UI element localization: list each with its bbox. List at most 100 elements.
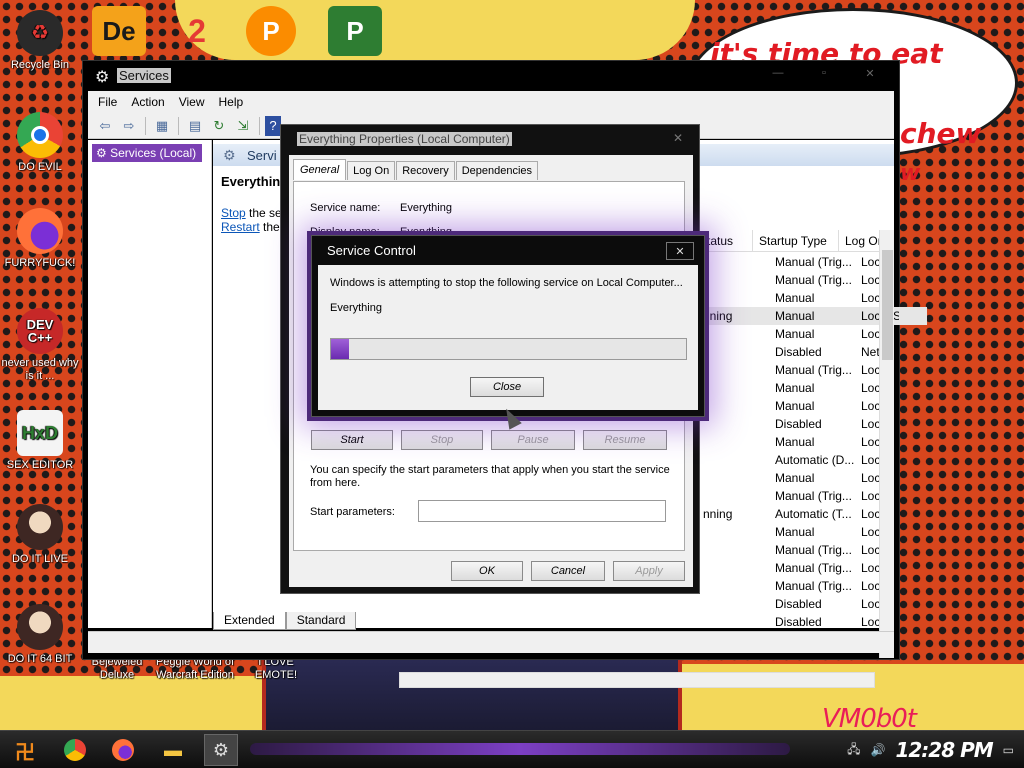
menu-help[interactable]: Help xyxy=(219,95,244,109)
vertical-scrollbar[interactable] xyxy=(879,230,894,658)
chrome-center xyxy=(31,126,49,144)
export-list-icon[interactable]: ⇲ xyxy=(232,116,254,136)
menu-file[interactable]: File xyxy=(98,95,117,109)
clock[interactable]: 12:28 PM xyxy=(895,738,993,762)
desktop-icon-label: Recycle Bin xyxy=(10,59,70,71)
window-title: Services xyxy=(117,68,171,83)
startup-type-cell: Manual xyxy=(775,309,815,323)
desktop-icon-chrome[interactable]: DO EVIL xyxy=(0,112,80,174)
console-tree: ⚙ Services (Local) xyxy=(88,140,212,628)
startup-type-cell: Manual xyxy=(775,381,815,395)
startup-type-cell: Manual (Trig... xyxy=(775,561,852,575)
chrome-icon xyxy=(17,112,63,158)
help-icon[interactable]: ? xyxy=(265,115,281,136)
volume-icon[interactable]: 🔊 xyxy=(871,743,886,757)
startup-type-cell: Manual xyxy=(775,327,815,341)
startup-type-cell: Manual (Trig... xyxy=(775,363,852,377)
resume-button[interactable]: Resume xyxy=(583,430,667,450)
hxd-icon: HxD xyxy=(17,410,63,456)
portrait-64-icon xyxy=(17,604,63,650)
startup-type-cell: Manual xyxy=(775,291,815,305)
tree-item-services-local[interactable]: ⚙ Services (Local) xyxy=(92,144,203,162)
tab-standard[interactable]: Standard xyxy=(285,612,357,630)
pause-button[interactable]: Pause xyxy=(491,430,575,450)
column-startup-type[interactable]: Startup Type xyxy=(753,230,839,251)
menu-action[interactable]: Action xyxy=(131,95,164,109)
maximize-button[interactable]: ▫ xyxy=(803,67,845,85)
start-button[interactable]: Start xyxy=(311,430,393,450)
startup-type-cell: Manual (Trig... xyxy=(775,273,852,287)
startup-type-cell: Manual (Trig... xyxy=(775,579,852,593)
close-button[interactable]: Close xyxy=(470,377,544,397)
tab-general[interactable]: General xyxy=(293,159,347,180)
list-header: tatus Startup Type Log On xyxy=(701,230,893,252)
close-icon[interactable]: ✕ xyxy=(666,242,694,260)
dialog-title: Everything Properties (Local Computer) xyxy=(297,132,512,146)
refresh-icon[interactable]: ↻ xyxy=(208,116,230,136)
desktop-icon-firefox[interactable]: FURRYFUCK! xyxy=(0,208,80,270)
minimize-button[interactable]: — xyxy=(757,67,799,85)
desktop-icon-recycle-bin[interactable]: ♻ Recycle Bin xyxy=(0,10,80,72)
desktop-icon-devcpp[interactable]: DEV C++ never used why is it ... xyxy=(0,308,80,383)
stop-button[interactable]: Stop xyxy=(401,430,483,450)
window-controls: — ▫ ✕ xyxy=(757,67,891,85)
peggle-icon[interactable]: 2 xyxy=(170,6,224,56)
cancel-button[interactable]: Cancel xyxy=(531,561,605,581)
tab-log-on[interactable]: Log On xyxy=(347,161,396,180)
taskbar-accent-bar xyxy=(250,743,790,755)
services-titlebar[interactable]: ⚙ Services — ▫ ✕ xyxy=(83,61,899,91)
startup-type-cell: Disabled xyxy=(775,345,822,359)
view-tabs: Extended Standard xyxy=(213,612,357,630)
publisher-icon[interactable]: P xyxy=(328,6,382,56)
start-params-input[interactable] xyxy=(418,500,666,522)
notification-icon[interactable]: ▭ xyxy=(1003,743,1014,757)
gear-icon: ⚙ xyxy=(223,147,236,163)
taskbar-services[interactable]: ⚙ xyxy=(204,734,238,766)
tab-recovery[interactable]: Recovery xyxy=(396,161,455,180)
restart-service-link[interactable]: Restart xyxy=(221,220,260,234)
horizontal-scrollbar[interactable] xyxy=(399,672,875,688)
progress-fill xyxy=(331,339,349,359)
close-icon[interactable]: ✕ xyxy=(673,131,683,145)
taskbar-firefox[interactable] xyxy=(106,734,140,766)
menu-view[interactable]: View xyxy=(179,95,205,109)
ok-button[interactable]: OK xyxy=(451,561,523,581)
network-icon[interactable]: 🖧 xyxy=(847,740,860,761)
forward-arrow-icon[interactable]: ⇨ xyxy=(118,116,140,136)
properties-icon[interactable]: ▤ xyxy=(184,116,206,136)
start-button[interactable]: 卍 xyxy=(6,735,44,765)
status-cell: nning xyxy=(703,507,733,521)
stop-service-link[interactable]: Stop xyxy=(221,206,246,220)
recycle-bin-icon: ♻ xyxy=(17,10,63,56)
console-tree-icon[interactable]: ▦ xyxy=(151,116,173,136)
taskbar-chrome[interactable] xyxy=(58,734,92,766)
startup-type-cell: Manual xyxy=(775,525,815,539)
close-button[interactable]: ✕ xyxy=(849,67,891,85)
startup-type-cell: Automatic (T... xyxy=(775,507,852,521)
start-params-hint: You can specify the start parameters tha… xyxy=(310,464,670,489)
file-explorer-icon: ▬ xyxy=(164,739,182,760)
wallpaper-yellow-shape xyxy=(0,676,262,730)
peggle-p-icon[interactable]: P xyxy=(246,6,296,56)
dejavu-icon[interactable]: De xyxy=(92,6,146,56)
startup-type-cell: Disabled xyxy=(775,597,822,611)
tree-item-label: Services (Local) xyxy=(110,146,197,160)
desktop-icon-label: SEX EDITOR xyxy=(6,459,74,471)
column-status[interactable]: tatus xyxy=(701,230,753,251)
properties-tabs: General Log On Recovery Dependencies xyxy=(293,159,539,180)
desktop-icon-hxd[interactable]: HxD SEX EDITOR xyxy=(0,410,80,472)
desktop-icon-do-it-64[interactable]: DO IT 64 BIT xyxy=(0,604,80,666)
tab-dependencies[interactable]: Dependencies xyxy=(455,161,539,180)
back-arrow-icon[interactable]: ⇦ xyxy=(94,116,116,136)
apply-button[interactable]: Apply xyxy=(613,561,685,581)
gear-icon: ⚙ xyxy=(96,146,107,160)
startup-type-cell: Manual xyxy=(775,471,815,485)
tab-extended[interactable]: Extended xyxy=(213,612,286,630)
toolbar-separator xyxy=(259,116,260,135)
taskbar-file-explorer[interactable]: ▬ xyxy=(156,734,190,766)
system-tray: 🖧 🔊 12:28 PM ▭ xyxy=(847,731,1024,768)
startup-type-cell: Manual (Trig... xyxy=(775,543,852,557)
startup-type-cell: Manual (Trig... xyxy=(775,489,852,503)
scroll-thumb[interactable] xyxy=(882,250,893,360)
desktop-icon-do-it-live[interactable]: DO IT LIVE xyxy=(0,504,80,566)
